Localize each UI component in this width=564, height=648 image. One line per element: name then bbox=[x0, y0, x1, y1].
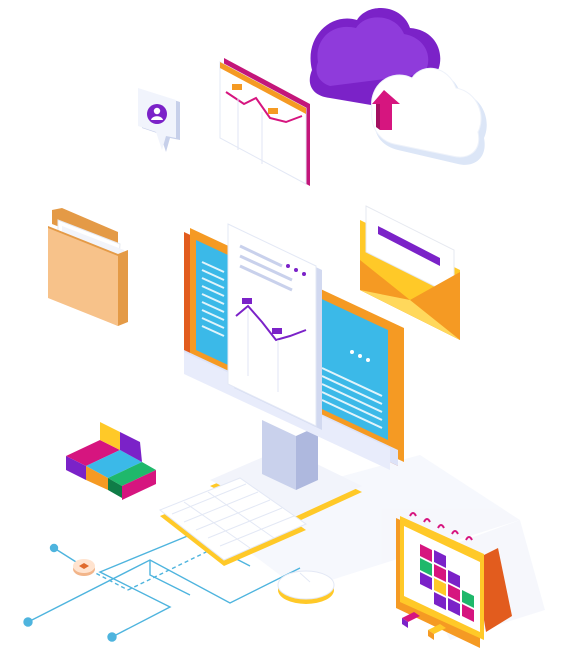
color-blocks-icon bbox=[66, 422, 156, 500]
circuit-node-icon bbox=[73, 559, 95, 576]
profile-chat-bubble-icon bbox=[138, 88, 180, 152]
chart-window-icon bbox=[219, 58, 310, 186]
folder-icon bbox=[48, 208, 128, 326]
illustration-svg bbox=[23, 8, 545, 648]
mouse-icon bbox=[277, 570, 335, 604]
illustration-scene bbox=[0, 0, 564, 648]
